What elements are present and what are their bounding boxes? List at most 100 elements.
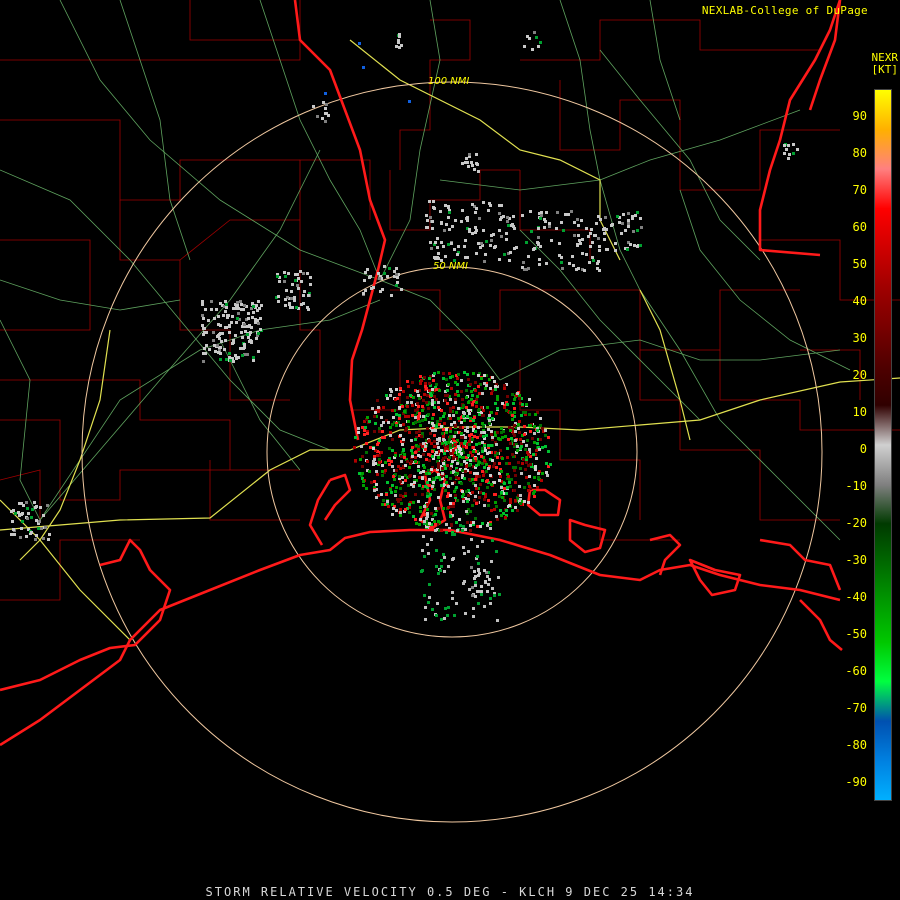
velocity-pixel [537,476,540,479]
velocity-pixel [442,435,445,438]
velocity-pixel [484,449,487,452]
velocity-pixel [480,593,483,596]
velocity-pixel [508,426,511,429]
velocity-pixel [389,431,392,434]
velocity-pixel [496,395,499,398]
velocity-pixel [444,204,447,207]
velocity-pixel [505,238,508,241]
velocity-pixel [440,529,443,532]
velocity-pixel [499,475,502,478]
velocity-pixel [440,409,443,412]
velocity-pixel [380,416,383,419]
velocity-pixel [449,376,452,379]
velocity-pixel [503,406,506,409]
velocity-pixel [476,555,479,558]
velocity-pixel [283,271,286,274]
velocity-pixel [460,220,463,223]
velocity-pixel [468,588,471,591]
velocity-pixel [517,427,520,430]
velocity-pixel [785,148,788,151]
velocity-pixel [529,210,532,213]
velocity-pixel [408,475,411,478]
velocity-pixel [293,299,296,302]
velocity-pixel [399,424,402,427]
velocity-pixel [543,218,546,221]
velocity-pixel [432,481,435,484]
velocity-pixel [478,442,481,445]
velocity-pixel [598,249,601,252]
velocity-pixel [414,456,417,459]
velocity-pixel [446,614,449,617]
velocity-pixel [417,469,420,472]
velocity-pixel [560,261,563,264]
velocity-pixel [580,219,583,222]
velocity-pixel [514,499,517,502]
velocity-pixel [34,538,37,541]
velocity-pixel [240,308,243,311]
velocity-pixel [409,394,412,397]
velocity-pixel [478,496,481,499]
velocity-pixel [383,436,386,439]
velocity-pixel [792,152,795,155]
velocity-pixel [207,319,210,322]
velocity-pixel [467,454,470,457]
velocity-pixel [402,390,405,393]
velocity-pixel [395,45,398,48]
velocity-pixel [398,406,401,409]
velocity-pixel [219,346,222,349]
velocity-pixel [487,209,490,212]
velocity-pixel [414,421,417,424]
velocity-pixel [443,452,446,455]
velocity-pixel [490,509,493,512]
scale-tick-label: 30 [852,331,867,345]
velocity-pixel [435,549,438,552]
velocity-pixel [448,211,451,214]
velocity-pixel [472,419,475,422]
velocity-pixel [511,453,514,456]
velocity-pixel [426,543,429,546]
velocity-pixel [506,456,509,459]
velocity-pixel [455,411,458,414]
velocity-pixel [444,489,447,492]
velocity-pixel [392,416,395,419]
velocity-pixel [627,222,630,225]
velocity-pixel [431,429,434,432]
velocity-pixel [503,387,506,390]
velocity-pixel [490,430,493,433]
velocity-pixel [451,591,454,594]
velocity-pixel [474,381,477,384]
velocity-pixel [469,451,472,454]
velocity-pixel [453,421,456,424]
velocity-pixel [534,465,537,468]
velocity-pixel [474,584,477,587]
velocity-pixel [473,570,476,573]
velocity-pixel [598,245,601,248]
velocity-pixel [242,347,245,350]
velocity-pixel [560,256,563,259]
velocity-pixel [500,470,503,473]
velocity-pixel [396,498,399,501]
velocity-pixel [471,478,474,481]
velocity-pixel [536,486,539,489]
velocity-pixel [454,494,457,497]
range-ring-100-label: 100 NMI [428,76,470,87]
velocity-pixel [241,336,244,339]
velocity-pixel [432,200,435,203]
velocity-pixel [463,477,466,480]
velocity-pixel [435,614,438,617]
velocity-pixel [293,296,296,299]
velocity-pixel [454,473,457,476]
velocity-pixel [511,223,514,226]
velocity-pixel [449,494,452,497]
velocity-pixel [259,317,262,320]
velocity-pixel [325,103,328,106]
velocity-pixel [474,211,477,214]
velocity-pixel [485,463,488,466]
velocity-pixel [283,280,286,283]
velocity-pixel [378,439,381,442]
velocity-pixel [481,392,484,395]
velocity-pixel [470,566,473,569]
velocity-pixel [514,506,517,509]
velocity-pixel [469,417,472,420]
velocity-pixel [428,389,431,392]
